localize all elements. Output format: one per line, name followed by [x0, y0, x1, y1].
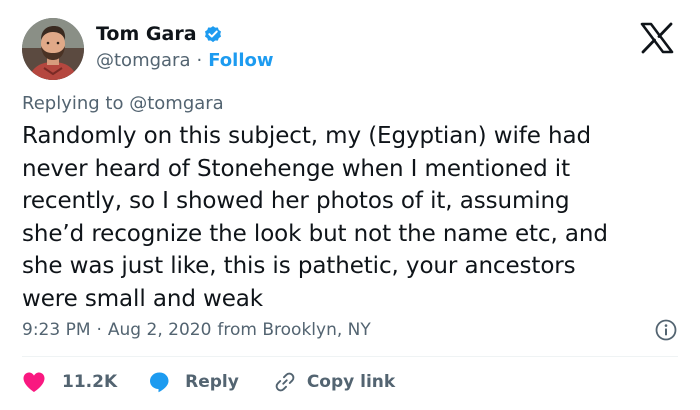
- x-logo-icon[interactable]: [640, 22, 674, 54]
- info-icon[interactable]: [654, 318, 678, 342]
- tweet-meta: 9:23 PM · Aug 2, 2020 from Brooklyn, NY: [22, 318, 371, 342]
- tweet-date[interactable]: Aug 2, 2020: [108, 320, 212, 340]
- like-count: 11.2K: [62, 372, 118, 392]
- author-name-row: Tom Gara: [96, 22, 223, 46]
- meta-separator: ·: [96, 320, 102, 340]
- reply-context-prefix: Replying to: [22, 93, 124, 114]
- author-display-name[interactable]: Tom Gara: [96, 23, 197, 45]
- author-handle-row: @tomgara · Follow: [96, 48, 274, 72]
- reply-bubble-icon: [150, 372, 169, 393]
- copy-link-button[interactable]: Copy link: [273, 370, 395, 394]
- handle-separator: ·: [196, 49, 203, 71]
- heart-icon: [23, 372, 45, 392]
- tweet-time[interactable]: 9:23 PM: [22, 320, 91, 340]
- reply-button[interactable]: Reply: [147, 370, 239, 394]
- follow-button[interactable]: Follow: [208, 50, 273, 71]
- author-handle[interactable]: @tomgara: [96, 50, 191, 71]
- divider: [22, 356, 678, 357]
- action-bar: 11.2K Reply Copy link: [22, 368, 395, 396]
- reply-context: Replying to @tomgara: [22, 93, 224, 115]
- reply-label: Reply: [185, 372, 239, 392]
- tweet-location: from Brooklyn, NY: [217, 320, 371, 340]
- like-button[interactable]: 11.2K: [22, 371, 117, 393]
- tweet-card: Tom Gara @tomgara · Follow Replying to @…: [0, 0, 700, 410]
- link-icon: [275, 372, 295, 392]
- avatar[interactable]: [22, 18, 84, 80]
- copy-link-label: Copy link: [306, 372, 396, 392]
- tweet-text: Randomly on this subject, my (Egyptian) …: [22, 123, 608, 312]
- verified-badge-icon: [203, 24, 223, 44]
- reply-context-mention[interactable]: @tomgara: [129, 93, 224, 114]
